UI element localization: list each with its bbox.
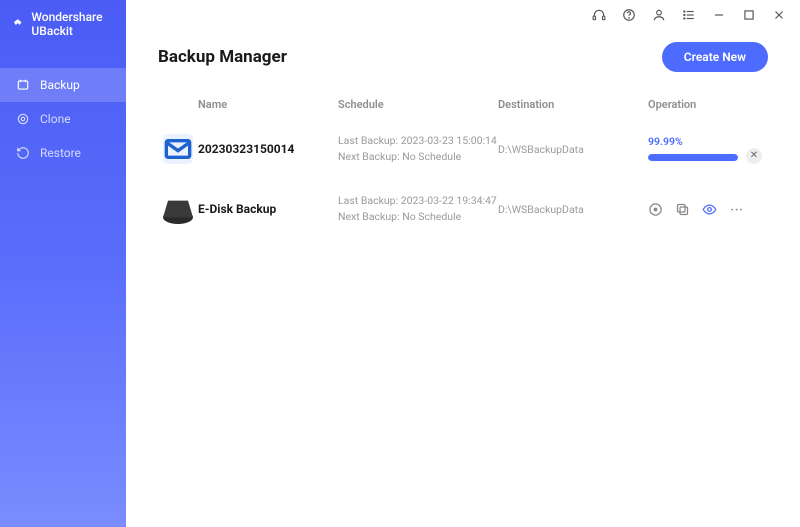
sidebar: Wondershare UBackit Backup Clone Restore [0, 0, 126, 527]
page-header: Backup Manager Create New [126, 30, 800, 90]
copy-icon[interactable] [675, 202, 690, 217]
sidebar-item-backup[interactable]: Backup [0, 68, 126, 102]
app-title: Wondershare UBackit [31, 10, 114, 38]
page-title: Backup Manager [158, 47, 287, 67]
col-operation: Operation [648, 98, 768, 111]
row-type-icon [158, 189, 198, 229]
minimize-icon[interactable] [712, 8, 726, 22]
col-destination: Destination [498, 98, 648, 111]
more-icon[interactable] [729, 202, 744, 217]
row-schedule: Last Backup: 2023-03-23 15:00:14 Next Ba… [338, 133, 498, 165]
run-backup-icon[interactable] [648, 202, 663, 217]
row-name: E-Disk Backup [198, 202, 338, 216]
row-operation: 99.99% ✕ [648, 135, 768, 164]
main-panel: Backup Manager Create New Name Schedule … [126, 0, 800, 527]
clone-icon [16, 112, 30, 126]
backup-icon [16, 78, 30, 92]
restore-icon [16, 146, 30, 160]
row-schedule: Last Backup: 2023-03-22 19:34:47 Next Ba… [338, 193, 498, 225]
row-last-backup: Last Backup: 2023-03-23 15:00:14 [338, 133, 498, 149]
table-header-row: Name Schedule Destination Operation [158, 90, 768, 119]
backup-table: Name Schedule Destination Operation 2023… [126, 90, 800, 239]
close-icon[interactable] [772, 8, 786, 22]
sidebar-item-label: Clone [40, 112, 71, 126]
row-destination: D:\WSBackupData [498, 143, 648, 156]
sidebar-item-restore[interactable]: Restore [0, 136, 126, 170]
view-icon[interactable] [702, 202, 717, 217]
headset-icon[interactable] [592, 8, 606, 22]
row-destination: D:\WSBackupData [498, 203, 648, 216]
table-row: 20230323150014 Last Backup: 2023-03-23 1… [158, 119, 768, 179]
titlebar [126, 0, 800, 30]
menu-list-icon[interactable] [682, 8, 696, 22]
table-row: E-Disk Backup Last Backup: 2023-03-22 19… [158, 179, 768, 239]
app-brand: Wondershare UBackit [0, 0, 126, 48]
col-name: Name [198, 98, 338, 111]
row-operation [648, 202, 768, 217]
row-next-backup: Next Backup: No Schedule [338, 209, 498, 225]
col-schedule: Schedule [338, 98, 498, 111]
maximize-icon[interactable] [742, 8, 756, 22]
row-next-backup: Next Backup: No Schedule [338, 149, 498, 165]
row-name: 20230323150014 [198, 142, 338, 156]
app-logo-icon [12, 16, 23, 32]
sidebar-item-label: Backup [40, 78, 80, 92]
account-icon[interactable] [652, 8, 666, 22]
create-new-button[interactable]: Create New [662, 42, 768, 72]
row-type-icon [158, 129, 198, 169]
sidebar-nav: Backup Clone Restore [0, 68, 126, 170]
row-last-backup: Last Backup: 2023-03-22 19:34:47 [338, 193, 498, 209]
help-icon[interactable] [622, 8, 636, 22]
cancel-button[interactable]: ✕ [746, 148, 762, 164]
sidebar-item-clone[interactable]: Clone [0, 102, 126, 136]
progress-percent: 99.99% [648, 135, 768, 148]
sidebar-item-label: Restore [40, 146, 81, 160]
progress-bar [648, 154, 738, 161]
